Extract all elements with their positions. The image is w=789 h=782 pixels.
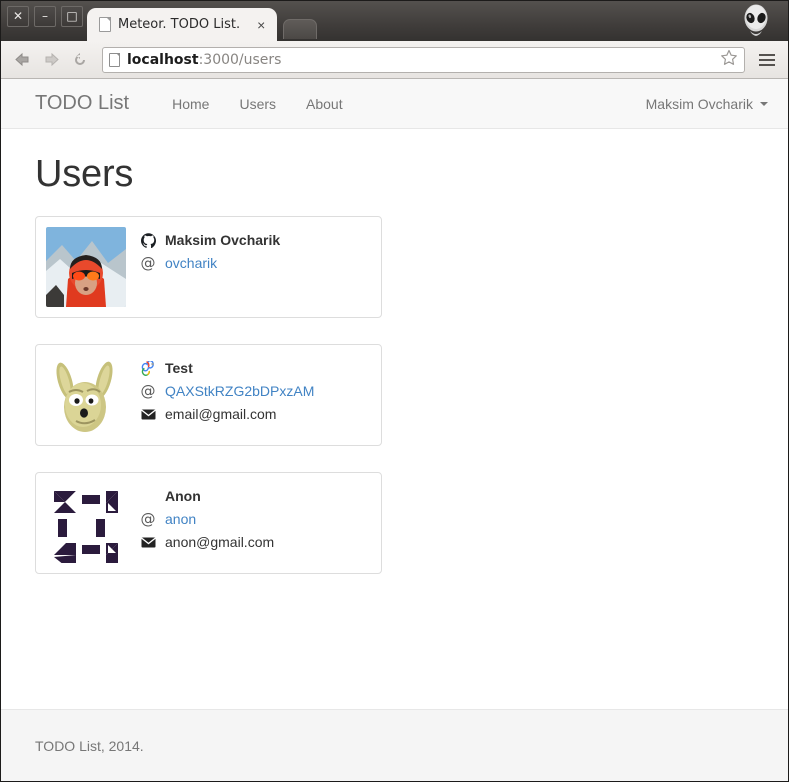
avatar [46,227,126,307]
user-username[interactable]: QAXStkRZG2bDPxzAM [165,381,314,401]
at-icon: @ [140,253,156,272]
user-username[interactable]: ovcharik [165,253,217,273]
minimize-window-button[interactable]: – [34,6,56,27]
user-email-row: anon@gmail.com [140,532,274,552]
account-menu[interactable]: Maksim Ovcharik [646,96,768,112]
nav-item-home[interactable]: Home [157,96,224,112]
user-card[interactable]: Test @ QAXStkRZG2bDPxzAM email@gmail.com [35,344,382,446]
user-name-row: Anon [140,486,274,506]
address-bar[interactable]: localhost:3000/users [102,46,745,73]
avatar [46,483,126,563]
user-name: Anon [165,488,201,504]
user-username-row: @ ovcharik [140,253,280,273]
document-icon [99,17,111,32]
forward-arrow-icon[interactable] [38,47,64,73]
nav-item-users[interactable]: Users [224,96,291,112]
star-icon[interactable] [720,49,738,71]
at-icon: @ [140,509,156,528]
user-details: Anon @ anon anon@gmail.com [140,483,275,563]
close-icon[interactable]: × [257,18,265,32]
account-name: Maksim Ovcharik [645,95,753,112]
user-username-row: @ anon [140,509,274,529]
user-username[interactable]: anon [165,509,196,529]
reload-icon[interactable] [67,47,93,73]
browser-toolbar: localhost:3000/users [1,41,788,79]
user-details: Maksim Ovcharik @ ovcharik [140,227,280,307]
user-username-row: @ QAXStkRZG2bDPxzAM [140,381,315,401]
page-info-icon [109,52,120,67]
maximize-window-button[interactable]: □ [61,6,83,27]
chevron-down-icon [760,101,768,106]
avatar [46,355,126,435]
nav-item-about[interactable]: About [291,96,358,112]
user-name: Test [165,360,193,376]
title-bar: ✕ – □ Meteor. TODO List. × [1,1,788,41]
user-name-row: Maksim Ovcharik [140,230,280,250]
footer-text: TODO List, 2014. [35,737,144,754]
user-card[interactable]: Anon @ anon anon@gmail.com [35,472,382,574]
browser-window: ✕ – □ Meteor. TODO List. × localhost:300… [0,0,789,782]
close-window-button[interactable]: ✕ [7,6,29,27]
at-icon: @ [140,381,156,400]
page-title: Users [35,153,134,195]
tab-strip: Meteor. TODO List. × [87,8,317,41]
identicon-purple [46,483,126,563]
tab-title: Meteor. TODO List. [118,17,241,32]
google-icon [140,360,156,376]
user-card-list: Maksim Ovcharik @ ovcharik Test @ QAXStk… [35,216,754,574]
user-email-row: email@gmail.com [140,404,314,424]
envelope-icon [140,408,156,420]
site-navbar: TODO List Home Users About Maksim Ovchar… [1,79,788,129]
user-card[interactable]: Maksim Ovcharik @ ovcharik [35,216,382,318]
brand-link[interactable]: TODO List [35,92,129,115]
new-tab-button[interactable] [283,19,317,39]
user-details: Test @ QAXStkRZG2bDPxzAM email@gmail.com [140,355,315,435]
nav-links: Home Users About [157,96,358,112]
user-name-row: Test [140,358,314,378]
menu-line [759,63,775,66]
site-footer: TODO List, 2014. [1,709,788,781]
user-email[interactable]: email@gmail.com [165,404,276,424]
window-controls: ✕ – □ [7,6,83,27]
envelope-icon [140,536,156,548]
page-viewport: TODO List Home Users About Maksim Ovchar… [1,79,788,781]
alien-avatar-icon[interactable] [738,3,774,39]
menu-line [759,53,775,56]
user-name: Maksim Ovcharik [165,232,281,248]
browser-tab[interactable]: Meteor. TODO List. × [87,8,277,41]
user-email[interactable]: anon@gmail.com [165,532,274,552]
back-arrow-icon[interactable] [9,47,35,73]
github-icon [140,232,156,248]
url-text: localhost:3000/users [127,52,281,68]
url-path: :3000/users [198,51,282,68]
hamburger-menu-icon[interactable] [754,47,780,73]
menu-line [759,58,775,61]
page-content: Users Maksim Ovcharik @ ovcharik Test @ … [1,129,788,709]
url-host: localhost [127,51,199,68]
